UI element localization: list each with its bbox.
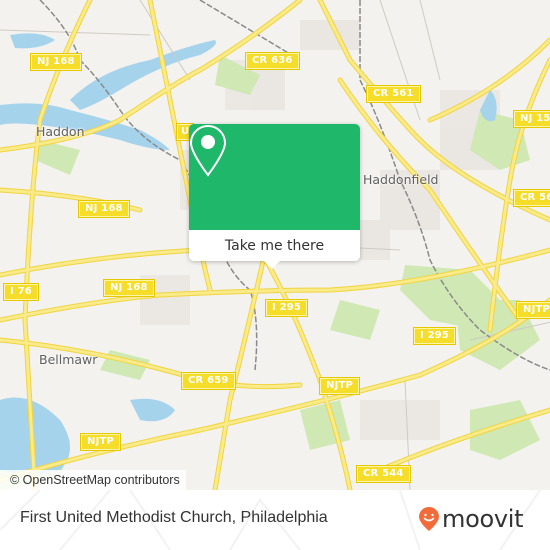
road-label-i-295-east: I 295 (412, 327, 457, 345)
brand-name: moovit (442, 505, 524, 533)
take-me-there-button[interactable]: Take me there (189, 230, 360, 261)
road-label-cr-561-east: CR 561 (513, 189, 550, 207)
road-label-cr-561: CR 561 (366, 85, 421, 103)
popup-pointer (263, 260, 281, 269)
map-pin-icon (189, 124, 227, 177)
road-label-i-295-west: I 295 (264, 299, 309, 317)
map-view[interactable]: NJ 168 CR 636 CR 561 NJ 154 CR 561 NJ 16… (0, 0, 550, 490)
road-label-njtp-mid: NJTP (318, 377, 361, 395)
place-label-haddonfield: Haddonfield (363, 172, 439, 187)
place-title: First United Methodist Church, Philadelp… (20, 509, 328, 526)
road-label-nj-168-mid: NJ 168 (78, 200, 130, 218)
take-me-there-label: Take me there (224, 237, 325, 254)
moovit-logo[interactable]: moovit (418, 504, 524, 534)
moovit-pin-icon (419, 507, 439, 531)
road-label-cr-659: CR 659 (181, 372, 236, 390)
road-label-cr-636: CR 636 (245, 52, 300, 70)
place-label-haddon: Haddon (36, 124, 85, 139)
road-label-i-76: I 76 (3, 283, 39, 301)
road-label-nj-168-low: NJ 168 (103, 279, 155, 297)
map-attribution[interactable]: © OpenStreetMap contributors (0, 470, 186, 490)
road-label-nj-154: NJ 154 (513, 110, 550, 128)
footer-bar: First United Methodist Church, Philadelp… (0, 490, 550, 550)
road-label-njtp-east: NJTP (515, 301, 550, 319)
place-label-bellmawr: Bellmawr (39, 352, 98, 367)
location-popup: Take me there (189, 124, 360, 269)
road-label-njtp-west: NJTP (79, 433, 122, 451)
road-label-nj-168: NJ 168 (30, 53, 82, 71)
road-label-cr-544: CR 544 (356, 465, 411, 483)
popup-header (189, 124, 360, 230)
